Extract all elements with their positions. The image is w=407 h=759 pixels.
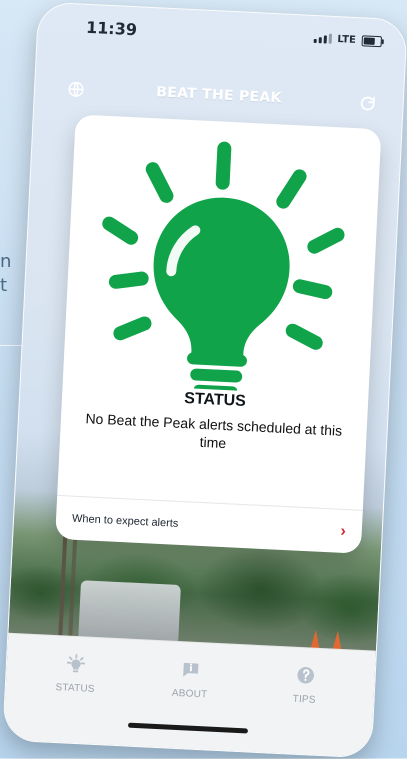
status-message: No Beat the Peak alerts scheduled at thi… — [85, 410, 343, 452]
info-speech-icon — [177, 656, 204, 683]
tab-status-label: STATUS — [55, 682, 95, 695]
tab-bar: STATUS ABOUT TIPS — [3, 632, 376, 758]
home-indicator — [127, 722, 249, 734]
lightbulb-icon — [86, 133, 358, 397]
background-page-text-line-1: n — [0, 251, 12, 272]
sun-bulb-icon — [63, 650, 90, 677]
tab-status[interactable]: STATUS — [30, 649, 122, 696]
tab-tips-label: TIPS — [292, 693, 316, 706]
status-title: STATUS — [183, 390, 247, 411]
phone-mockup: 11:39 LTE BEAT THE PEAK STATUS No Beat t… — [2, 1, 407, 759]
globe-icon[interactable] — [65, 78, 88, 101]
battery-icon — [361, 34, 383, 47]
question-circle-icon — [292, 662, 319, 689]
app-screen: 11:39 LTE BEAT THE PEAK STATUS No Beat t… — [2, 1, 407, 759]
status-time: 11:39 — [85, 17, 138, 39]
status-indicators: LTE — [313, 32, 383, 47]
refresh-icon[interactable] — [356, 92, 379, 115]
when-to-expect-alerts-label: When to expect alerts — [71, 512, 179, 530]
network-type: LTE — [337, 33, 357, 46]
chevron-right-icon: › — [340, 522, 347, 540]
tab-about[interactable]: ABOUT — [144, 654, 236, 701]
status-card: STATUS No Beat the Peak alerts scheduled… — [55, 114, 382, 554]
tab-bar-items: STATUS ABOUT TIPS — [6, 648, 376, 709]
background-page-text: n t — [0, 250, 11, 298]
page-title: BEAT THE PEAK — [155, 84, 283, 107]
signal-icon — [313, 33, 332, 44]
tab-about-label: ABOUT — [171, 687, 208, 701]
background-page-text-line-2: t — [0, 275, 8, 296]
tab-tips[interactable]: TIPS — [259, 660, 351, 707]
status-card-content: STATUS No Beat the Peak alerts scheduled… — [59, 114, 382, 479]
